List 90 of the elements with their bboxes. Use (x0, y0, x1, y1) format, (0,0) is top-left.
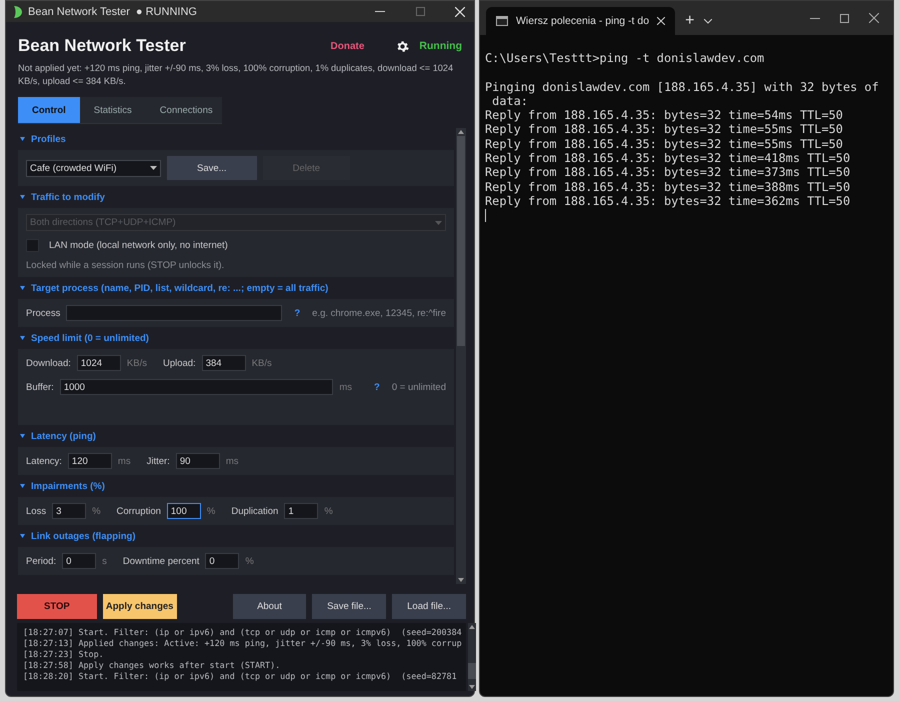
collapse-icon[interactable] (20, 484, 25, 488)
field-label: Downtime percent (122, 556, 200, 566)
input-field[interactable]: 384 (202, 355, 246, 371)
field-label: Latency: (26, 456, 62, 466)
section-title: Impairments (%) (31, 480, 105, 492)
app-title: Bean Network Tester (18, 36, 187, 56)
settings-icon[interactable] (396, 40, 410, 52)
profile-button[interactable]: Save... (167, 156, 257, 180)
input-field[interactable] (66, 305, 282, 321)
collapse-icon[interactable] (20, 336, 25, 340)
section-title: Traffic to modify (31, 192, 105, 202)
unit-label: KB/s (252, 358, 272, 368)
bean-icon (12, 6, 22, 18)
close-button[interactable] (869, 13, 879, 23)
scroll-thumb[interactable] (468, 663, 476, 679)
dropdown[interactable]: Cafe (crowded WiFi) (26, 160, 161, 176)
tab[interactable]: Statistics (80, 97, 146, 123)
note-text: Locked while a session runs (STOP unlocks it). (26, 260, 224, 271)
collapse-icon[interactable] (20, 286, 25, 290)
log-output: [18:27:07] Start. Filter: (ip or ipv6) and (tcp or udp or icmp or icmpv6) (seed=200384 [18:27:13] Applied changes: Active: +120 ms ping, jitter +/-90 ms, 3% loss, 100% corrup [18:27:23] Stop. [18:27:58] Apply changes works after start (START). [18:28:20] Start. Filter: (ip or ipv6) and (tcp or udp or icmp or icmpv6) (seed=82781 (22, 626, 463, 683)
collapse-icon[interactable] (20, 534, 25, 538)
unit-label: % (92, 506, 101, 516)
section-title: Profiles (31, 134, 66, 144)
field-label: Corruption (116, 506, 161, 516)
checkbox-label: LAN mode (local network only, no internet) (49, 240, 228, 251)
section-title: Target process (name, PID, list, wildcard, re: ...; empty = all traffic) (31, 282, 328, 294)
terminal-output: C:\Users\Testtt>ping -t donislawdev.com Pinging donislawdev.com [188.165.4.35] with 32 bytes of data: Reply from 188.165.4.35: bytes=32 time=54ms TTL=50 Reply from 188.165.4.35: bytes=32 time=55ms TTL=50 Reply from 188.165.4.35: bytes=32 time=55ms TTL=50 Reply from 188.165.4.35: bytes=32 time=418ms TTL=50 Reply from 188.165.4.35: bytes=32 time=373ms TTL=50 Reply from 188.165.4.35: bytes=32 time=388ms TTL=50 Reply from 188.165.4.35: bytes=32 time=362ms TTL=50 (484, 50, 880, 208)
hint-text: e.g. chrome.exe, 12345, re:^fire (312, 308, 446, 318)
section-title: Speed limit (0 = unlimited) (31, 332, 149, 344)
unit-label: % (206, 506, 216, 516)
log-scrollbar[interactable] (468, 623, 476, 691)
unit-label: KB/s (126, 358, 147, 368)
unit-label: s (102, 556, 107, 566)
section-title: Latency (ping) (31, 430, 96, 442)
tab[interactable]: Control (18, 97, 80, 123)
collapse-icon[interactable] (20, 137, 25, 141)
summary-text: Not applied yet: +120 ms ping, jitter +/-90 ms, 3% loss, 100% corruption, 1% duplicates, download <= 1024 KB/s, upload <= 384 KB/s. (17, 62, 454, 88)
input-field[interactable]: 3 (52, 503, 86, 519)
field-label: Process (26, 308, 60, 318)
window-title: Bean Network Tester (28, 6, 130, 18)
collapse-icon[interactable] (20, 434, 25, 438)
field-label: Upload: (162, 358, 196, 368)
unit-label: % (245, 556, 254, 566)
input-field[interactable]: 0 (62, 553, 96, 569)
field-label: Period: (26, 556, 56, 566)
field-label: Duplication (231, 506, 278, 516)
status-label: Running (419, 40, 462, 52)
scrollbar[interactable] (456, 128, 466, 584)
donate-link[interactable]: Donate (330, 40, 364, 52)
stop-button[interactable]: STOP (17, 594, 97, 619)
terminal-tab[interactable]: Wiersz polecenia - ping -t do (486, 7, 676, 35)
input-field[interactable]: 90 (176, 453, 220, 469)
caret-icon (435, 220, 442, 224)
scroll-down-icon[interactable] (457, 576, 465, 584)
unit-label: ms (118, 456, 131, 466)
input-field[interactable]: 100 (166, 503, 201, 519)
action-button[interactable]: Load file... (392, 594, 466, 619)
field-label: Buffer: (26, 382, 54, 392)
new-tab-button[interactable]: + (675, 7, 704, 35)
tab[interactable]: Connections (146, 97, 227, 123)
scroll-thumb[interactable] (457, 136, 465, 346)
input-field[interactable]: 1024 (76, 355, 121, 371)
input-field[interactable]: 1 (284, 503, 318, 519)
action-button[interactable]: Save file... (312, 594, 386, 619)
close-icon[interactable] (657, 17, 666, 25)
terminal-icon (496, 16, 508, 26)
scroll-up-icon[interactable] (468, 623, 476, 631)
field-label: Download: (26, 358, 71, 368)
unit-label: ms (226, 456, 238, 466)
text-cursor (485, 209, 486, 222)
unit-label: % (324, 506, 333, 516)
apply-button[interactable]: Apply changes (102, 594, 177, 619)
maximize-button[interactable] (840, 14, 849, 22)
checkbox[interactable] (26, 239, 39, 252)
section-title: Link outages (flapping) (31, 530, 136, 542)
scroll-down-icon[interactable] (468, 683, 476, 691)
unit-label: ms (339, 382, 352, 392)
help-link[interactable]: ? (294, 308, 300, 318)
dropdown-icon[interactable] (704, 19, 712, 24)
action-button[interactable]: About (232, 594, 306, 619)
input-field[interactable]: 120 (68, 453, 112, 469)
status-text: ● RUNNING (136, 6, 197, 18)
collapse-icon[interactable] (20, 195, 25, 199)
input-field[interactable]: 1000 (60, 379, 334, 395)
field-label: Loss (26, 506, 46, 516)
field-label: Jitter: (146, 456, 170, 466)
caret-icon (150, 166, 157, 170)
hint-text: 0 = unlimited (392, 382, 446, 392)
help-link[interactable]: ? (374, 382, 380, 392)
input-field[interactable]: 0 (205, 553, 240, 569)
